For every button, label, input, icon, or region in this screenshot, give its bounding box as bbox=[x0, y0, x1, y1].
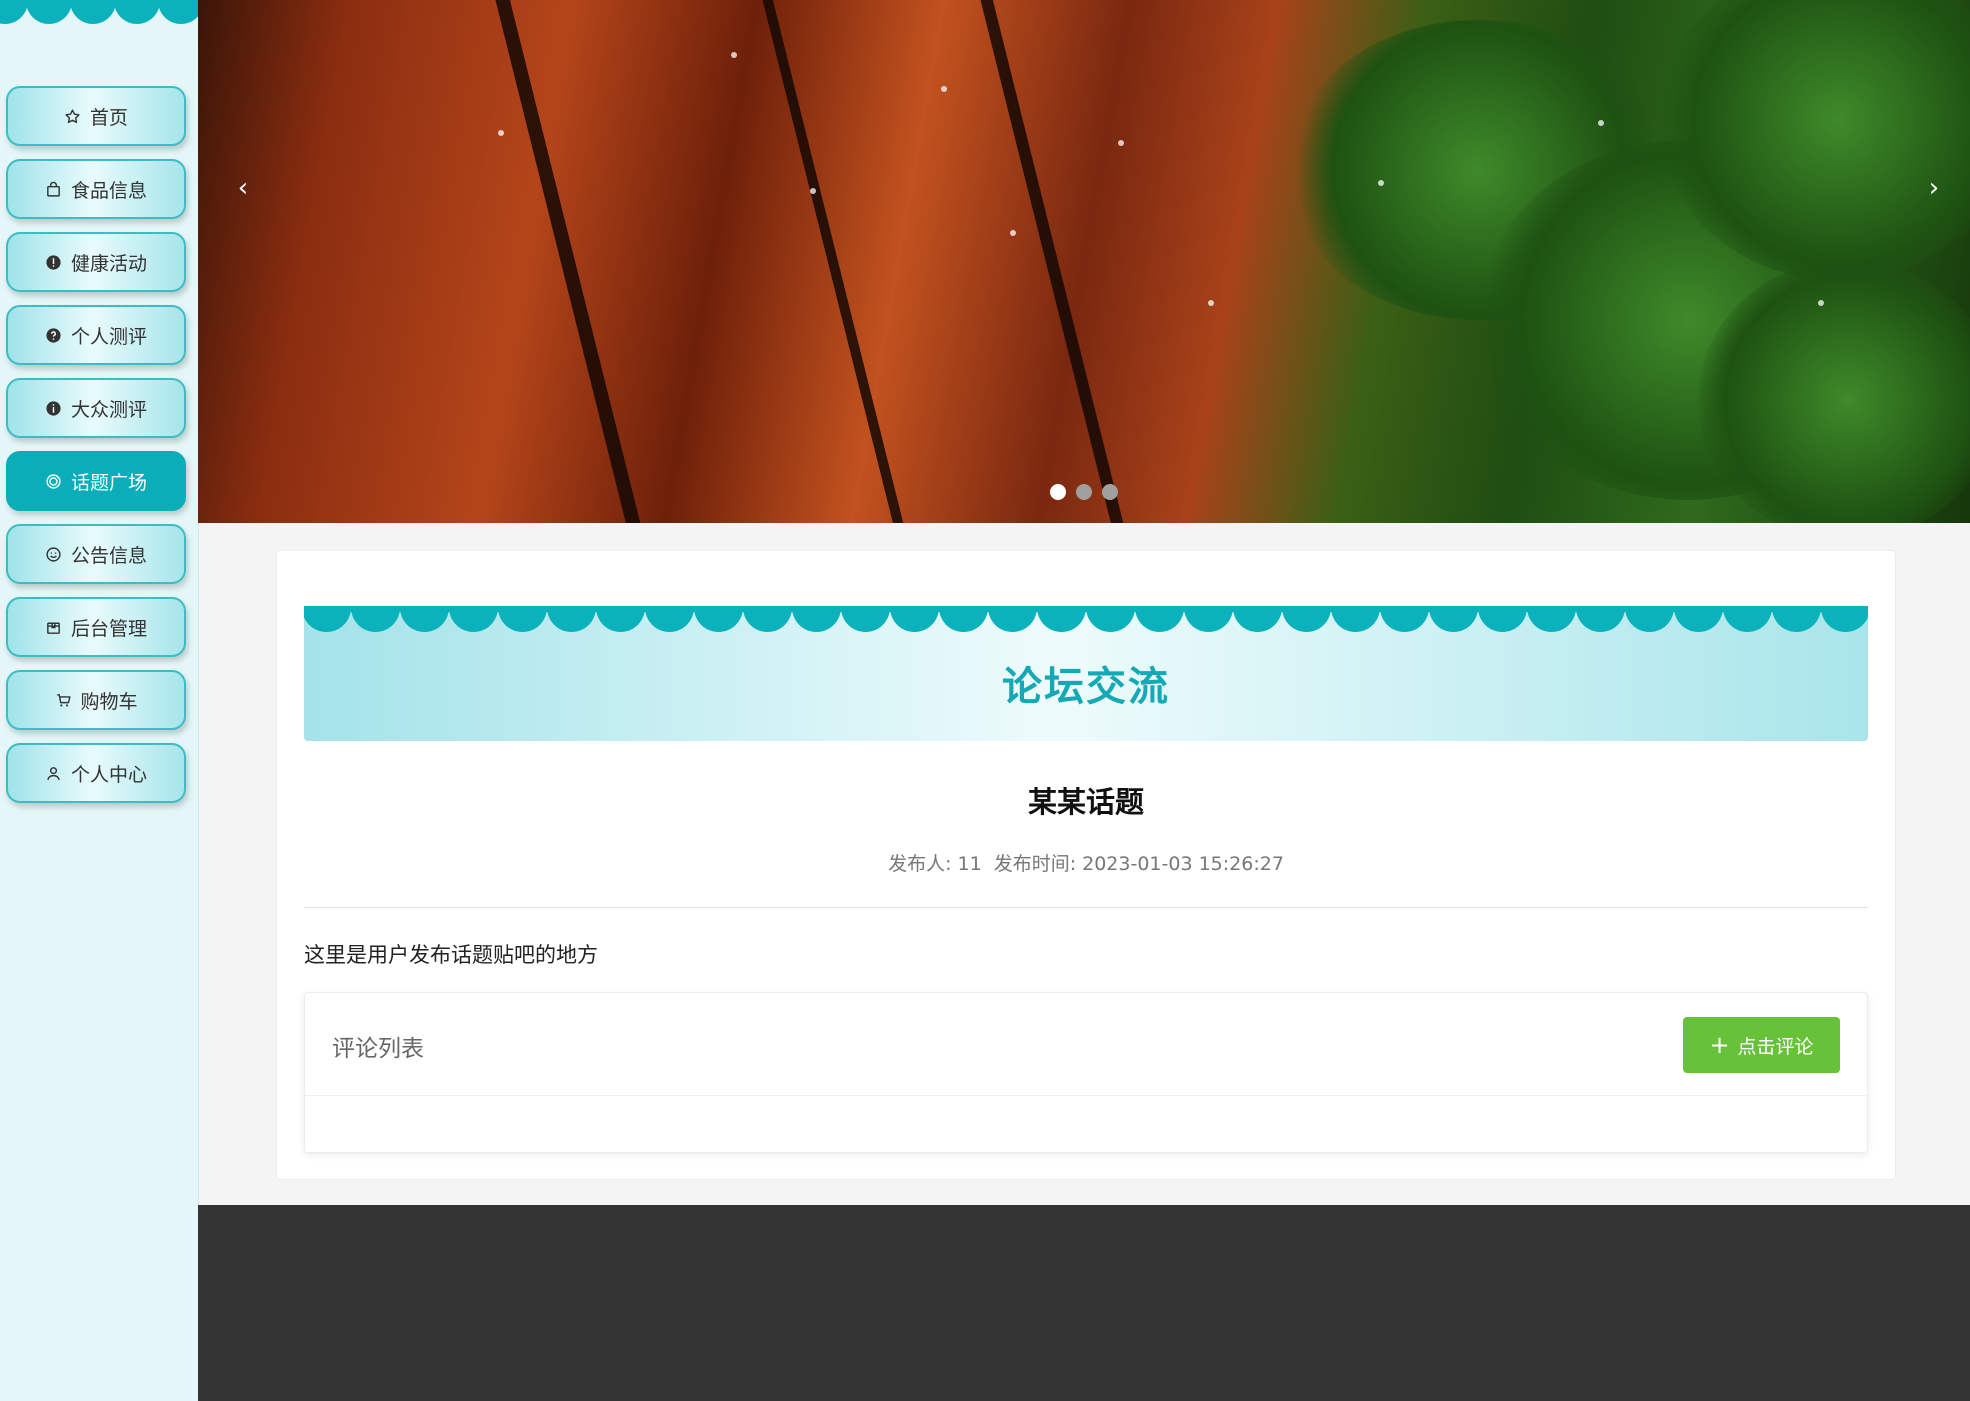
carousel-dot[interactable] bbox=[1102, 484, 1118, 500]
topic-title: 某某话题 bbox=[1027, 785, 1144, 819]
time-label: 发布时间: bbox=[993, 853, 1077, 875]
section-title: 论坛交流 bbox=[1002, 664, 1170, 710]
nav-item-label: 购物车 bbox=[80, 690, 138, 713]
nav-item-label: 个人中心 bbox=[70, 763, 147, 786]
nav-item-personal-assessment[interactable]: 个人测评 bbox=[6, 305, 186, 365]
target-icon bbox=[45, 472, 63, 490]
nav-item-announcements[interactable]: 公告信息 bbox=[6, 524, 186, 584]
nav-item-user-center[interactable]: 个人中心 bbox=[6, 743, 186, 803]
nav-item-cart[interactable]: 购物车 bbox=[6, 670, 186, 730]
nav-item-label: 后台管理 bbox=[70, 617, 147, 640]
carousel-dot[interactable] bbox=[1076, 484, 1092, 500]
page-footer bbox=[198, 1205, 1970, 1401]
banner-carousel: ‹ › bbox=[198, 0, 1970, 523]
question-circle-icon bbox=[45, 326, 63, 344]
nav-item-admin[interactable]: 后台管理 bbox=[6, 597, 186, 657]
info-circle-icon bbox=[45, 399, 63, 417]
comment-list-panel: 评论列表 + 点击评论 bbox=[304, 992, 1868, 1153]
topic-detail-card: 论坛交流 某某话题 发布人: 11 发布时间: 2023-01-03 15:26:2… bbox=[276, 550, 1896, 1180]
topic-meta: 发布人: 11 发布时间: 2023-01-03 15:26:27 bbox=[277, 849, 1895, 876]
comment-list-label: 评论列表 bbox=[332, 1036, 424, 1062]
nav-item-label: 话题广场 bbox=[70, 471, 147, 494]
time-value: 2023-01-03 15:26:27 bbox=[1082, 853, 1284, 875]
carousel-next-arrow[interactable]: › bbox=[1916, 170, 1952, 206]
nav-item-label: 公告信息 bbox=[70, 544, 147, 567]
sidebar-nav: 首页 食品信息 健康活动 个人测评 大众测评 话题广场 公告信息 后台管理 购物… bbox=[6, 86, 186, 816]
publisher-label: 发布人: bbox=[888, 853, 952, 875]
add-comment-button[interactable]: + 点击评论 bbox=[1683, 1017, 1840, 1073]
nav-item-home[interactable]: 首页 bbox=[6, 86, 186, 146]
comment-list-header: 评论列表 + 点击评论 bbox=[305, 993, 1867, 1096]
topic-content: 这里是用户发布话题贴吧的地方 bbox=[304, 943, 598, 967]
nav-item-label: 食品信息 bbox=[70, 179, 147, 202]
add-comment-label: 点击评论 bbox=[1737, 1035, 1814, 1058]
sidebar: 首页 食品信息 健康活动 个人测评 大众测评 话题广场 公告信息 后台管理 购物… bbox=[0, 0, 199, 1401]
divider bbox=[304, 907, 1868, 908]
section-header: 论坛交流 bbox=[304, 606, 1868, 741]
star-icon bbox=[64, 107, 82, 125]
cart-icon bbox=[54, 691, 72, 709]
carousel-prev-arrow[interactable]: ‹ bbox=[225, 170, 261, 206]
box-icon bbox=[45, 618, 63, 636]
nav-item-topic-square[interactable]: 话题广场 bbox=[6, 451, 186, 511]
carousel-dot[interactable] bbox=[1050, 484, 1066, 500]
smile-icon bbox=[45, 545, 63, 563]
user-icon bbox=[45, 764, 63, 782]
banner-image bbox=[198, 0, 1970, 523]
nav-item-label: 个人测评 bbox=[70, 325, 147, 348]
bag-icon bbox=[45, 180, 63, 198]
nav-item-food-info[interactable]: 食品信息 bbox=[6, 159, 186, 219]
nav-item-public-assessment[interactable]: 大众测评 bbox=[6, 378, 186, 438]
warning-circle-icon bbox=[45, 253, 63, 271]
nav-item-label: 健康活动 bbox=[70, 252, 147, 275]
carousel-indicators bbox=[1050, 484, 1118, 500]
plus-icon: + bbox=[1709, 1031, 1730, 1059]
publisher-value: 11 bbox=[957, 853, 982, 875]
nav-item-health-activity[interactable]: 健康活动 bbox=[6, 232, 186, 292]
nav-item-label: 大众测评 bbox=[70, 398, 147, 421]
nav-item-label: 首页 bbox=[89, 106, 128, 129]
scallop-decoration bbox=[0, 0, 198, 26]
